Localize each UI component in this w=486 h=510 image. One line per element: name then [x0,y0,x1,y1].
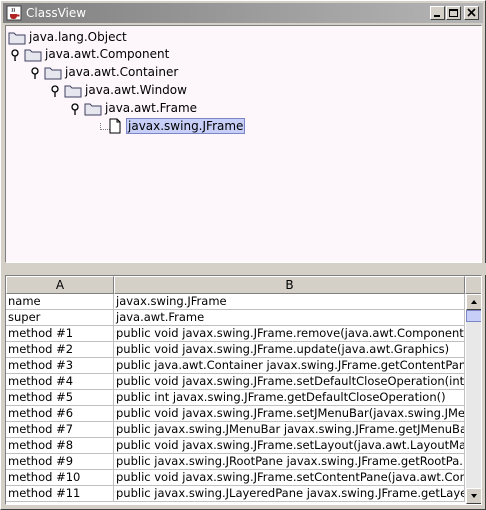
cell-b[interactable]: public void javax.swing.JFrame.remove(ja… [114,326,465,342]
minimize-icon [434,15,440,17]
folder-icon [84,100,102,116]
scroll-down-button[interactable] [466,488,481,504]
maximize-icon [449,9,458,17]
table-body: name javax.swing.JFrame super java.awt.Fra… [6,294,465,502]
header-corner [465,276,481,294]
table-row[interactable]: method #2 public void javax.swing.JFrame.… [6,342,465,358]
maximize-button[interactable] [446,6,461,20]
table-row[interactable]: method #8 public void javax.swing.JFrame.… [6,438,465,454]
minimize-button[interactable] [430,6,445,20]
tree-node-java-awt-component[interactable]: java.awt.Component [10,45,230,63]
cell-b[interactable]: java.awt.Frame [114,310,465,326]
cell-b[interactable]: public int javax.swing.JFrame.getDefault… [114,390,465,406]
folder-icon [24,46,42,62]
table-row[interactable]: method #3 public java.awt.Container javax… [6,358,465,374]
cell-a[interactable]: method #8 [6,438,114,454]
tree-node-javax-swing-jframe[interactable]: javax.swing.JFrame [92,117,292,135]
file-icon [106,118,124,134]
cell-a[interactable]: super [6,310,114,326]
scrollbar-thumb[interactable] [466,310,481,322]
cell-a[interactable]: method #10 [6,470,114,486]
tree-node-label: java.awt.Frame [105,101,198,115]
window-title: ClassView [26,6,87,20]
table-row[interactable]: method #7 public javax.swing.JMenuBar jav… [6,422,465,438]
column-header-b[interactable]: B [114,276,465,294]
column-header-a[interactable]: A [6,276,114,294]
expanded-handle-icon[interactable] [50,85,62,97]
table-row[interactable]: name javax.swing.JFrame [6,294,465,310]
tree-node-label-selected: javax.swing.JFrame [126,118,246,134]
arrow-down-icon [471,494,477,498]
class-tree[interactable]: java.lang.Object java.awt.Component java… [5,25,482,263]
classview-window: ClassView java.lang.Object java.awt.Comp… [0,0,486,510]
tree-node-label: java.awt.Component [45,47,170,61]
class-details-table[interactable]: A B name javax.swing.JFrame super java.awt… [5,275,482,505]
split-pane-divider[interactable] [1,263,486,275]
cell-b[interactable]: public void javax.swing.JFrame.setJMenuB… [114,406,465,422]
cell-b[interactable]: public javax.swing.JLayeredPane javax.sw… [114,486,465,502]
table-row[interactable]: method #9 public javax.swing.JRootPane ja… [6,454,465,470]
table-row[interactable]: method #4 public void javax.swing.JFrame.… [6,374,465,390]
cell-b[interactable]: public void javax.swing.JFrame.update(ja… [114,342,465,358]
tree-node-label: java.awt.Window [85,83,187,97]
table-row[interactable]: method #1 public void javax.swing.JFrame.… [6,326,465,342]
table-row[interactable]: super java.awt.Frame [6,310,465,326]
cell-a[interactable]: method #4 [6,374,114,390]
tree-node-java-awt-frame[interactable]: java.awt.Frame [70,99,290,117]
cell-b[interactable]: javax.swing.JFrame [114,294,465,310]
tree-node-java-lang-object[interactable]: java.lang.Object [8,28,210,46]
java-cup-icon[interactable] [6,5,22,21]
expanded-handle-icon[interactable] [10,49,22,61]
cell-a[interactable]: method #7 [6,422,114,438]
expanded-handle-icon[interactable] [70,103,82,115]
cell-a[interactable]: method #1 [6,326,114,342]
cell-a[interactable]: method #3 [6,358,114,374]
cell-b[interactable]: public void javax.swing.JFrame.setConten… [114,470,465,486]
table-row[interactable]: method #11 public javax.swing.JLayeredPan… [6,486,465,502]
tree-node-java-awt-container[interactable]: java.awt.Container [30,63,250,81]
cell-a[interactable]: method #2 [6,342,114,358]
tree-node-label: java.awt.Container [65,65,179,79]
table-row[interactable]: method #5 public int javax.swing.JFrame.g… [6,390,465,406]
vertical-scrollbar[interactable] [466,294,481,504]
close-icon [467,8,476,17]
scroll-up-button[interactable] [466,294,481,310]
tree-node-java-awt-window[interactable]: java.awt.Window [50,81,270,99]
cell-b[interactable]: public javax.swing.JMenuBar javax.swing.… [114,422,465,438]
table-row[interactable]: method #10 public void javax.swing.JFrame… [6,470,465,486]
cell-b[interactable]: public void javax.swing.JFrame.setLayout… [114,438,465,454]
folder-icon [8,29,26,45]
folder-icon [64,82,82,98]
cell-a[interactable]: name [6,294,114,310]
title-bar[interactable]: ClassView [3,3,483,23]
table-row[interactable]: method #6 public void javax.swing.JFrame.… [6,406,465,422]
cell-b[interactable]: public javax.swing.JRootPane javax.swing… [114,454,465,470]
cell-a[interactable]: method #5 [6,390,114,406]
cell-a[interactable]: method #11 [6,486,114,502]
cell-b[interactable]: public java.awt.Container javax.swing.JF… [114,358,465,374]
arrow-up-icon [471,300,477,304]
cell-a[interactable]: method #9 [6,454,114,470]
tree-node-label: java.lang.Object [29,30,127,44]
cell-b[interactable]: public void javax.swing.JFrame.setDefaul… [114,374,465,390]
expanded-handle-icon[interactable] [30,67,42,79]
cell-a[interactable]: method #6 [6,406,114,422]
folder-icon [44,64,62,80]
close-button[interactable] [464,6,479,20]
